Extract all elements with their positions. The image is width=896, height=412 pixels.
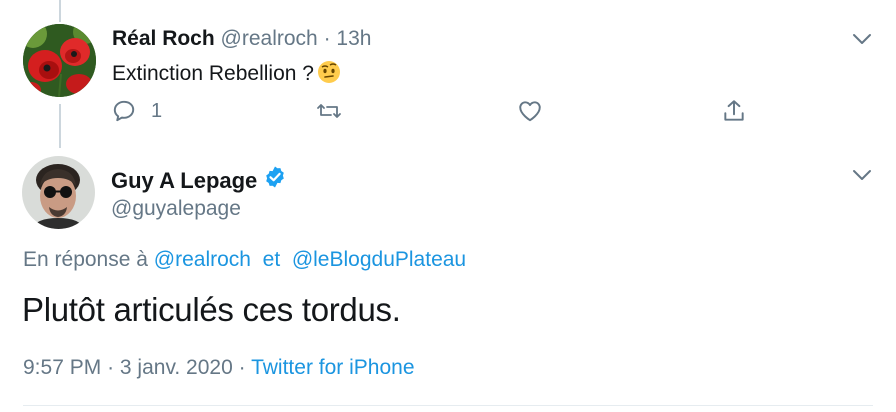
reply-to-joiner: et: [262, 248, 281, 271]
divider: [23, 405, 873, 406]
retweet-icon: [315, 98, 343, 124]
face-with-raised-eyebrow-icon: [317, 60, 341, 91]
author-handle[interactable]: @guyalepage: [111, 196, 241, 222]
tweet-text: Plutôt articulés ces tordus.: [22, 291, 401, 328]
avatar[interactable]: [22, 156, 95, 229]
tweet-text: Extinction Rebellion ?: [112, 62, 314, 85]
mention-link[interactable]: @realroch: [154, 248, 251, 271]
chevron-down-icon[interactable]: [852, 168, 872, 182]
tweet-date[interactable]: 3 janv. 2020: [120, 356, 233, 379]
reply-context: En réponse à @realroch et @leBlogduPlate…: [23, 247, 466, 273]
reply-tweet-text: Extinction Rebellion ?: [112, 60, 341, 91]
thread-connector: [59, 104, 61, 148]
source-link[interactable]: Twitter for iPhone: [251, 356, 414, 379]
meta-separator: ·: [107, 356, 115, 379]
like-button[interactable]: [517, 98, 543, 124]
meta-separator: ·: [238, 356, 246, 379]
tweet-actions: 1: [0, 98, 896, 128]
tweet-footer: 9:57 PM · 3 janv. 2020 · Twitter for iPh…: [23, 355, 415, 381]
reply-to-label: En réponse à: [23, 248, 148, 271]
author-name[interactable]: Réal Roch: [112, 27, 215, 50]
share-button[interactable]: [721, 98, 747, 124]
retweet-button[interactable]: [315, 98, 343, 124]
reply-count: 1: [151, 99, 163, 122]
reply-icon: [111, 98, 137, 124]
thread-connector-top: [59, 0, 61, 22]
chevron-down-icon[interactable]: [852, 32, 872, 46]
avatar[interactable]: [23, 24, 96, 97]
mention-link[interactable]: @leBlogduPlateau: [292, 248, 466, 271]
poppy-flowers-image: [23, 24, 96, 97]
author-handle[interactable]: @realroch: [221, 27, 318, 50]
reply-button[interactable]: 1: [111, 98, 162, 124]
profile-photo-image: [22, 156, 95, 229]
tweet-time[interactable]: 9:57 PM: [23, 356, 101, 379]
reply-tweet-header: Réal Roch @realroch · 13h: [112, 26, 371, 52]
meta-separator: ·: [323, 27, 331, 50]
author-name-row: Guy A Lepage: [111, 165, 287, 196]
share-icon: [721, 98, 747, 124]
author-name[interactable]: Guy A Lepage: [111, 167, 257, 195]
heart-icon: [517, 98, 543, 124]
timestamp[interactable]: 13h: [336, 27, 371, 50]
verified-badge-icon: [263, 165, 287, 196]
